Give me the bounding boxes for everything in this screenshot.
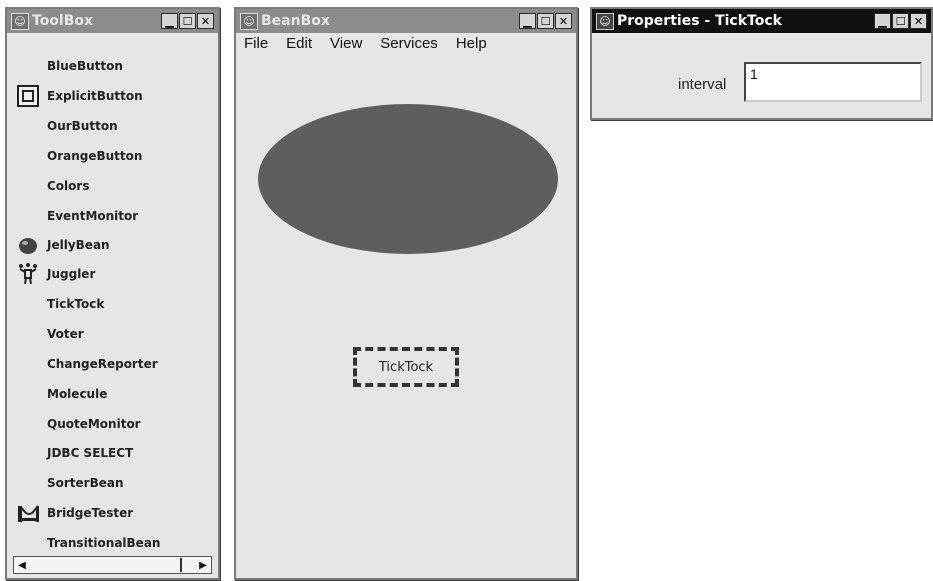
toolbox-item-transitionalbean[interactable]: TransitionalBean (7, 530, 218, 556)
toolbox-item-jdbc-select[interactable]: JDBC SELECT (7, 440, 218, 466)
menu-file[interactable]: File (244, 35, 268, 52)
toolbox-item-label: ChangeReporter (47, 357, 158, 371)
toolbox-item-label: EventMonitor (47, 209, 139, 223)
horizontal-scrollbar[interactable]: ◀ ▶ (13, 556, 212, 574)
close-button[interactable]: ✕ (555, 13, 572, 29)
interval-input[interactable]: 1 (744, 62, 922, 102)
app-icon[interactable]: ☺ (11, 12, 29, 30)
toolbox-titlebar[interactable]: ☺ ToolBox ▁ ☐ ✕ (7, 9, 218, 33)
scroll-right-icon[interactable]: ▶ (195, 557, 211, 573)
toolbox-item-molecule[interactable]: Molecule (7, 381, 218, 407)
maximize-button[interactable]: ☐ (179, 13, 196, 29)
toolbox-item-quotemonitor[interactable]: QuoteMonitor (7, 411, 218, 437)
toolbox-item-label: Voter (47, 327, 84, 341)
juggler-icon (17, 263, 39, 285)
toolbox-item-label: Colors (47, 179, 90, 193)
toolbox-item-juggler[interactable]: Juggler (7, 261, 218, 287)
toolbox-list: BlueButton ExplicitButton OurButton Oran… (7, 33, 218, 552)
selected-ticktock-bean[interactable]: TickTock (353, 347, 459, 387)
minimize-button[interactable]: ▁ (161, 13, 178, 29)
toolbox-item-label: Molecule (47, 387, 108, 401)
minimize-button[interactable]: ▁ (519, 13, 536, 29)
beanbox-window: ☺ BeanBox ▁ ☐ ✕ File Edit View Services … (234, 7, 578, 580)
toolbox-item-jellybean[interactable]: JellyBean (7, 232, 218, 258)
toolbox-item-label: TransitionalBean (47, 536, 161, 550)
toolbox-item-label: OurButton (47, 119, 118, 133)
scrollbar-thumb[interactable] (32, 558, 182, 572)
toolbox-item-eventmonitor[interactable]: EventMonitor (7, 203, 218, 229)
close-button[interactable]: ✕ (197, 13, 214, 29)
scroll-left-icon[interactable]: ◀ (14, 557, 30, 573)
app-icon[interactable]: ☺ (240, 12, 258, 30)
bridge-icon (17, 502, 39, 524)
toolbox-title: ToolBox (32, 13, 94, 29)
app-icon[interactable]: ☺ (596, 12, 614, 30)
toolbox-item-explicitbutton[interactable]: ExplicitButton (7, 83, 218, 109)
toolbox-item-label: JellyBean (47, 238, 110, 252)
toolbox-item-label: ExplicitButton (47, 89, 143, 103)
maximize-button[interactable]: ☐ (892, 13, 909, 29)
toolbox-item-label: TickTock (47, 297, 105, 311)
toolbox-item-label: BridgeTester (47, 506, 134, 520)
menu-services[interactable]: Services (380, 35, 438, 52)
property-row-interval: interval 1 (592, 62, 931, 106)
toolbox-item-bluebutton[interactable]: BlueButton (7, 53, 218, 79)
properties-title: Properties - TickTock (617, 13, 782, 29)
properties-titlebar[interactable]: ☺ Properties - TickTock ▁ ☐ ✕ (592, 9, 931, 33)
toolbox-window: ☺ ToolBox ▁ ☐ ✕ BlueButton ExplicitButto… (5, 7, 220, 580)
jellybean-icon (17, 234, 39, 256)
toolbox-item-voter[interactable]: Voter (7, 321, 218, 347)
toolbox-item-orangebutton[interactable]: OrangeButton (7, 143, 218, 169)
button-icon (17, 85, 39, 107)
toolbox-item-changereporter[interactable]: ChangeReporter (7, 351, 218, 377)
interval-label: interval (678, 76, 727, 93)
toolbox-item-label: BlueButton (47, 59, 123, 73)
toolbox-item-bridgetester[interactable]: BridgeTester (7, 500, 218, 526)
beanbox-title: BeanBox (261, 13, 330, 29)
toolbox-item-colors[interactable]: Colors (7, 173, 218, 199)
menu-view[interactable]: View (330, 35, 362, 52)
toolbox-item-label: Juggler (47, 267, 96, 281)
ticktock-bean-label: TickTock (378, 359, 434, 375)
toolbox-item-label: SorterBean (47, 476, 124, 490)
close-button[interactable]: ✕ (910, 13, 927, 29)
toolbox-item-label: OrangeButton (47, 149, 143, 163)
menu-edit[interactable]: Edit (286, 35, 312, 52)
juggler-bean-ellipse[interactable] (258, 104, 558, 254)
toolbox-item-sorterbean[interactable]: SorterBean (7, 470, 218, 496)
menu-help[interactable]: Help (456, 35, 487, 52)
menu-bar: File Edit View Services Help (244, 35, 487, 52)
minimize-button[interactable]: ▁ (874, 13, 891, 29)
beanbox-titlebar[interactable]: ☺ BeanBox ▁ ☐ ✕ (236, 9, 576, 33)
properties-window: ☺ Properties - TickTock ▁ ☐ ✕ interval 1 (590, 7, 933, 120)
maximize-button[interactable]: ☐ (537, 13, 554, 29)
toolbox-item-ourbutton[interactable]: OurButton (7, 113, 218, 139)
toolbox-item-label: QuoteMonitor (47, 417, 141, 431)
toolbox-item-ticktock[interactable]: TickTock (7, 291, 218, 317)
toolbox-item-label: JDBC SELECT (47, 446, 134, 460)
